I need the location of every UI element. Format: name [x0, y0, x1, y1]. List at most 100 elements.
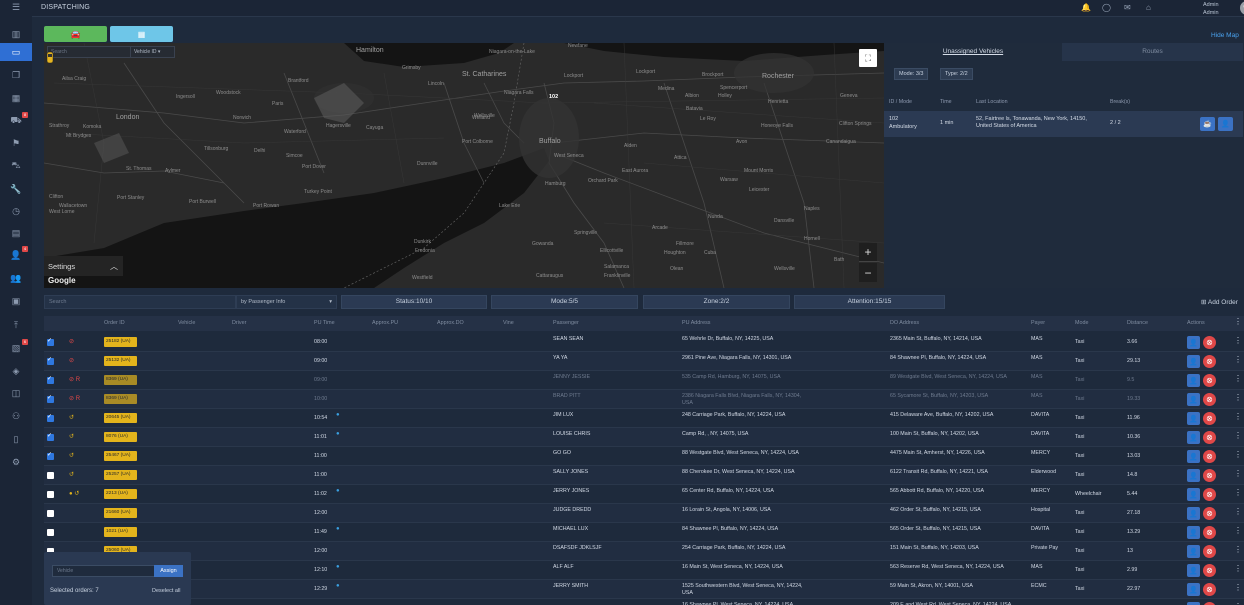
row-checkbox[interactable] [47, 451, 54, 460]
column-header[interactable]: Vine [503, 320, 514, 326]
add-order-button[interactable]: ⊞ Add Order [1201, 298, 1238, 306]
table-row[interactable]: ⊘ R 8369 (UA) 09:00 JENNY JESSIE 535 Camp Rd… [44, 371, 1244, 390]
wrench-icon[interactable]: 🔧 [0, 180, 32, 198]
map-settings-toggle[interactable]: Settings ︿ [44, 256, 123, 276]
tab-routes[interactable]: Routes [1062, 43, 1243, 61]
cancel-order-button[interactable]: ⊗ [1203, 583, 1216, 596]
row-more-icon[interactable]: ⋮ [1234, 507, 1242, 516]
assign-driver-button[interactable]: 👤 [1187, 412, 1200, 425]
column-header[interactable]: PU Time [314, 320, 335, 326]
cancel-order-button[interactable]: ⊗ [1203, 507, 1216, 520]
tab-unassigned-vehicles[interactable]: Unassigned Vehicles [884, 43, 1062, 61]
cancel-order-button[interactable]: ⊗ [1203, 469, 1216, 482]
cancel-order-button[interactable]: ⊗ [1203, 412, 1216, 425]
row-checkbox[interactable] [47, 510, 54, 517]
column-header[interactable]: Payer [1031, 320, 1045, 326]
phone-icon[interactable]: ▯ [0, 430, 32, 448]
row-more-icon[interactable]: ⋮ [1234, 336, 1242, 345]
table-row[interactable]: 25060 (UA) 12:00 DSAFSDF JDKLSJF 254 Carria… [44, 542, 1244, 561]
panel-icon[interactable]: ◫ [0, 384, 32, 402]
vehicle-icon[interactable]: ⛟ 8 [0, 112, 32, 130]
row-checkbox[interactable] [47, 394, 54, 403]
column-header[interactable]: Order ID [104, 320, 125, 326]
row-more-icon[interactable]: ⋮ [1234, 526, 1242, 535]
fullscreen-icon[interactable]: ⛶ [859, 49, 877, 67]
assign-driver-button[interactable]: 👤 [1187, 583, 1200, 596]
order-id-badge[interactable]: 8369 (UA) [104, 375, 137, 385]
cancel-order-button[interactable]: ⊗ [1203, 488, 1216, 501]
row-checkbox[interactable] [47, 529, 54, 536]
tag-icon[interactable]: ◈ [0, 362, 32, 380]
analytics-icon[interactable]: ▥ [0, 25, 32, 43]
assign-driver-button[interactable]: 👤 [1187, 374, 1200, 387]
zoom-out-button[interactable]: − [859, 263, 877, 282]
search-by-select[interactable]: by Passenger Info ▾ [236, 295, 337, 309]
calendar-icon[interactable]: ▦ [0, 89, 32, 107]
order-id-badge[interactable]: 20645 (UA) [104, 413, 137, 423]
table-row[interactable]: 25083 (UA)12:10●ALF ALF16 Main St, West … [44, 561, 1244, 580]
order-id-badge[interactable]: 21660 (UA) [104, 508, 137, 518]
cancel-order-button[interactable]: ⊗ [1203, 374, 1216, 387]
order-id-badge[interactable]: 1021 (UA) [104, 527, 137, 537]
column-header[interactable]: DO Address [890, 320, 919, 326]
table-row[interactable]: 25093 (UA)12:29●JERRY SMITH1525 Southwes… [44, 580, 1244, 599]
vehicles-view-button[interactable]: 🚘 [44, 26, 107, 42]
order-id-badge[interactable]: 25182 (UA) [104, 337, 137, 347]
column-header[interactable]: Driver [232, 320, 246, 326]
upload-icon[interactable]: ⤒ [0, 316, 32, 334]
map-search-input[interactable]: Search [47, 46, 131, 58]
table-row[interactable]: ↺ 25257 (UA) 11:00 SALLY JONES 88 Cherokee D… [44, 466, 1244, 485]
assign-driver-button[interactable]: 👤 [1187, 564, 1200, 577]
flag-icon[interactable]: ⚑ [0, 134, 32, 152]
user-icon[interactable]: 👤 4 [0, 246, 32, 264]
assign-driver-button[interactable]: 👤 [1187, 526, 1200, 539]
row-more-icon[interactable]: ⋮ [1234, 545, 1242, 554]
row-more-icon[interactable]: ⋮ [1234, 488, 1242, 497]
avatar[interactable] [1240, 1, 1244, 15]
deselect-all-button[interactable]: Deselect all [152, 588, 180, 594]
order-id-badge[interactable]: 2213 (UA) [104, 489, 137, 499]
assign-driver-button[interactable]: 👤 [1187, 450, 1200, 463]
cancel-order-button[interactable]: ⊗ [1203, 526, 1216, 539]
clock-icon[interactable]: ◷ [0, 202, 32, 220]
mode-filter-chip[interactable]: Mode: 3/3 [894, 68, 929, 80]
row-more-icon[interactable]: ⋮ [1234, 564, 1242, 573]
assign-driver-button[interactable]: 👤 [1187, 393, 1200, 406]
cancel-order-button[interactable]: ⊗ [1203, 431, 1216, 444]
bell-icon[interactable]: 🔔 [1081, 3, 1091, 12]
mode-filter[interactable]: Mode:5/5 [491, 295, 638, 309]
column-menu-icon[interactable]: ⋮ [1234, 317, 1242, 326]
order-id-badge[interactable]: 8369 (UA) [104, 394, 137, 404]
column-header[interactable]: Vehicle [178, 320, 195, 326]
column-header[interactable]: Distance [1127, 320, 1148, 326]
table-row[interactable]: 1021 (UA) 11:49 ● MICHAEL LUX 84 Shawnee Pl,… [44, 523, 1244, 542]
table-row[interactable]: 21660 (UA) 12:00 JUDGE DREDD 16 Lorain St, … [44, 504, 1244, 523]
assign-driver-button[interactable]: 👤 [1187, 469, 1200, 482]
assign-vehicle-input[interactable]: Vehicle [52, 565, 155, 577]
driver-icon[interactable]: ⚇ [0, 407, 32, 425]
table-row[interactable]: 25101 (UA)16 Shawnee Pl, West Seneca, NY… [44, 599, 1244, 605]
billing-icon[interactable]: ▤ [0, 224, 32, 242]
column-header[interactable]: Approx.DO [437, 320, 464, 326]
car-icon[interactable]: ⛍ [0, 157, 32, 175]
zoom-in-button[interactable]: + [859, 243, 877, 262]
row-checkbox[interactable] [47, 491, 54, 498]
row-more-icon[interactable]: ⋮ [1234, 374, 1242, 383]
cancel-order-button[interactable]: ⊗ [1203, 393, 1216, 406]
briefcase-icon[interactable]: ▣ [0, 292, 32, 310]
vehicle-marker-icon[interactable] [44, 43, 56, 67]
chat-icon[interactable]: ◯ [1102, 3, 1111, 12]
users-icon[interactable]: 👥 [0, 269, 32, 287]
assign-driver-button[interactable]: 👤 [1187, 488, 1200, 501]
column-header[interactable]: Passenger [553, 320, 579, 326]
money-icon[interactable]: ▧ 6 [0, 339, 32, 357]
table-row[interactable]: ⊘ 25182 (UA) 08:00 SEAN SEAN 65 Wehrle Dr, B… [44, 333, 1244, 352]
row-more-icon[interactable]: ⋮ [1234, 469, 1242, 478]
row-more-icon[interactable]: ⋮ [1234, 393, 1242, 402]
cancel-order-button[interactable]: ⊗ [1203, 564, 1216, 577]
cancel-order-button[interactable]: ⊗ [1203, 545, 1216, 558]
row-more-icon[interactable]: ⋮ [1234, 450, 1242, 459]
assign-driver-button[interactable]: 👤 [1187, 545, 1200, 558]
assign-button[interactable]: Assign [154, 565, 183, 577]
table-row[interactable]: ⊘ 25132 (UA) 09:00 YA YA 2961 Pine Ave, Niag… [44, 352, 1244, 371]
